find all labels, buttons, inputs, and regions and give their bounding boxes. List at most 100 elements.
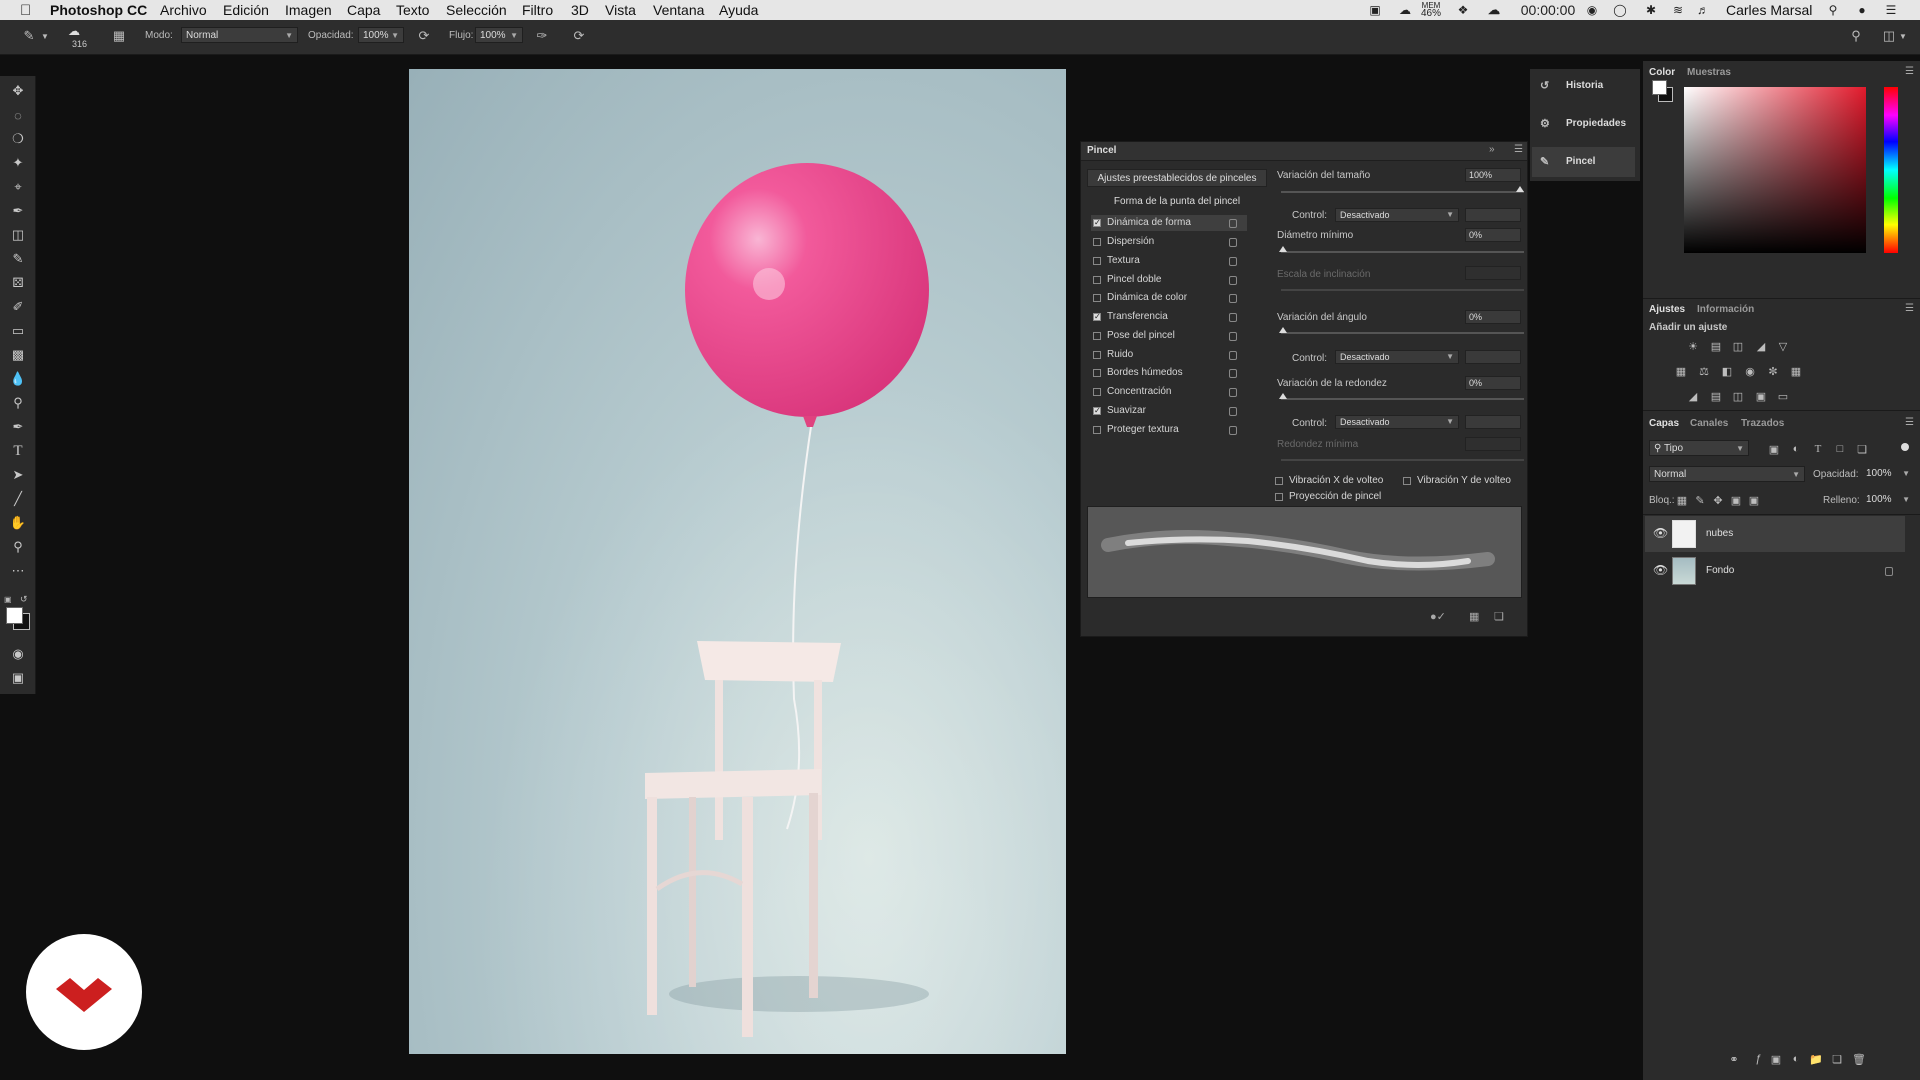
menu-texto[interactable]: Texto <box>396 2 429 18</box>
lock-icon[interactable] <box>1229 351 1237 360</box>
checkbox[interactable]: ✓ <box>1093 219 1101 227</box>
checkbox[interactable] <box>1275 493 1283 501</box>
magic-wand-tool-icon[interactable]: ✦ <box>7 153 29 173</box>
chevron-down-icon[interactable]: ▼ <box>1898 27 1908 45</box>
roundness-jitter-input[interactable]: 0% <box>1465 376 1521 390</box>
screen-mode-icon[interactable]: ▣ <box>7 668 29 688</box>
slider-handle[interactable] <box>1279 246 1287 252</box>
menu-ayuda[interactable]: Ayuda <box>719 2 758 18</box>
brightness-icon[interactable]: ☀ <box>1686 339 1700 353</box>
flip-x-checkbox[interactable]: Vibración X de volteo <box>1273 473 1393 489</box>
lock-icon[interactable] <box>1229 332 1237 341</box>
lock-icon[interactable] <box>1229 407 1237 416</box>
apple-icon[interactable]:  <box>20 2 31 19</box>
angle-control-select[interactable]: Desactivado ▼ <box>1335 350 1459 364</box>
panel-menu-icon[interactable]: ☰ <box>1514 144 1523 155</box>
brush-panel[interactable]: Pincel » ☰ Ajustes preestablecidos de pi… <box>1080 141 1528 637</box>
fx-icon[interactable]: ƒ <box>1751 1052 1765 1066</box>
lock-icon[interactable] <box>1229 257 1237 266</box>
swap-colors-icon[interactable]: ↺ <box>20 594 28 605</box>
eye-icon[interactable]: 👁 <box>1653 526 1668 540</box>
brush-option-item[interactable]: Dinámica de color <box>1091 290 1247 306</box>
screen-record-icon[interactable]: ▣ <box>1366 3 1384 17</box>
menu-capa[interactable]: Capa <box>347 2 380 18</box>
lock-icon[interactable] <box>1229 388 1237 397</box>
brush-option-item[interactable]: Proteger textura <box>1091 422 1247 438</box>
opacity-input[interactable]: 100% ▼ <box>358 27 404 43</box>
photo-filter-icon[interactable]: ◉ <box>1743 364 1757 378</box>
move-tool-icon[interactable]: ✥ <box>7 81 29 101</box>
brush-presets-button[interactable]: Ajustes preestablecidos de pinceles <box>1087 169 1267 187</box>
hue-saturation-icon[interactable]: ▦ <box>1674 364 1688 378</box>
creative-cloud-icon[interactable]: ☁ <box>1483 3 1505 17</box>
brush-panel-toggle-icon[interactable]: ▦ <box>110 27 128 45</box>
fill-input[interactable]: 100% ▼ <box>1862 492 1914 508</box>
lock-image-icon[interactable]: ✎ <box>1693 493 1707 507</box>
checkbox[interactable] <box>1093 238 1101 246</box>
marquee-tool-icon[interactable]: ◌ <box>7 105 29 125</box>
color-field[interactable] <box>1684 87 1866 253</box>
slider-handle[interactable] <box>1516 186 1524 192</box>
spotlight-search-icon[interactable]: ⚲ <box>1825 3 1841 17</box>
min-diameter-input[interactable]: 0% <box>1465 228 1521 242</box>
checkbox[interactable] <box>1403 477 1411 485</box>
eraser-tool-icon[interactable]: ▭ <box>7 321 29 341</box>
panel-pincel[interactable]: ✎ Pincel <box>1532 147 1635 177</box>
bluetooth-icon[interactable]: ✱ <box>1643 3 1659 17</box>
pressure-opacity-icon[interactable]: ⟳ <box>415 27 433 45</box>
checkbox[interactable] <box>1275 477 1283 485</box>
dropbox-icon[interactable]: ❖ <box>1454 3 1472 17</box>
brush-option-item[interactable]: Concentración <box>1091 384 1247 400</box>
type-tool-icon[interactable]: T <box>7 441 29 461</box>
angle-jitter-slider[interactable] <box>1279 327 1524 334</box>
black-white-icon[interactable]: ◧ <box>1720 364 1734 378</box>
new-group-icon[interactable]: 📁 <box>1809 1052 1823 1066</box>
tab-capas[interactable]: Capas <box>1649 418 1679 429</box>
brush-option-item[interactable]: Bordes húmedos <box>1091 365 1247 381</box>
search-icon[interactable]: ⚲ <box>1847 27 1865 45</box>
lock-icon[interactable] <box>1229 238 1237 247</box>
checkbox[interactable] <box>1093 369 1101 377</box>
brush-tool-preset-icon[interactable]: ✎ <box>20 27 38 45</box>
more-tools-icon[interactable]: ⋯ <box>7 561 29 581</box>
angle-jitter-input[interactable]: 0% <box>1465 310 1521 324</box>
wifi-icon[interactable]: ≋ <box>1669 3 1687 17</box>
checkbox[interactable] <box>1093 276 1101 284</box>
curves-icon[interactable]: ◫ <box>1731 339 1745 353</box>
checkbox[interactable] <box>1093 294 1101 302</box>
vibrance-icon[interactable]: ▽ <box>1776 339 1790 353</box>
size-jitter-slider[interactable] <box>1281 186 1524 193</box>
invert-icon[interactable]: ◢ <box>1686 389 1700 403</box>
min-diameter-slider[interactable] <box>1279 246 1524 253</box>
gradient-map-icon[interactable]: ▭ <box>1776 389 1790 403</box>
menu-3d[interactable]: 3D <box>571 2 589 18</box>
menu-archivo[interactable]: Archivo <box>160 2 207 18</box>
collapse-panel-icon[interactable]: » <box>1489 144 1495 155</box>
chat-icon[interactable]: ◯ <box>1612 3 1628 17</box>
filter-type-icon[interactable]: T <box>1811 442 1825 456</box>
chevron-down-icon[interactable]: ▼ <box>40 27 50 45</box>
panel-menu-icon[interactable]: ☰ <box>1905 66 1914 77</box>
m-status-icon[interactable]: ◉ <box>1584 3 1600 17</box>
panel-menu-icon[interactable]: ☰ <box>1905 303 1914 314</box>
clone-stamp-tool-icon[interactable]: ⚄ <box>7 273 29 293</box>
notification-center-icon[interactable]: ☰ <box>1882 3 1900 17</box>
menu-filtro[interactable]: Filtro <box>522 2 553 18</box>
brush-option-item[interactable]: ✓ Dinámica de forma <box>1091 215 1247 231</box>
checkbox[interactable] <box>1093 332 1101 340</box>
brush-option-item[interactable]: Dispersión <box>1091 234 1247 250</box>
airbrush-icon[interactable]: ✑ <box>533 27 551 45</box>
brush-option-item[interactable]: ✓ Transferencia <box>1091 309 1247 325</box>
link-layers-icon[interactable]: ⚭ <box>1727 1052 1741 1066</box>
history-brush-tool-icon[interactable]: ✐ <box>7 297 29 317</box>
dodge-tool-icon[interactable]: ⚲ <box>7 393 29 413</box>
brush-tip-shape-item[interactable]: Forma de la punta del pincel <box>1087 196 1267 207</box>
slider-handle[interactable] <box>1279 393 1287 399</box>
quick-mask-icon[interactable]: ◉ <box>7 644 29 664</box>
flow-input[interactable]: 100% ▼ <box>475 27 523 43</box>
zoom-tool-icon[interactable]: ⚲ <box>7 537 29 557</box>
cloud-sync-icon[interactable]: ☁ <box>1396 3 1414 17</box>
levels-icon[interactable]: ▤ <box>1709 339 1723 353</box>
layer-name[interactable]: Fondo <box>1706 565 1734 576</box>
channel-mixer-icon[interactable]: ✼ <box>1766 364 1780 378</box>
